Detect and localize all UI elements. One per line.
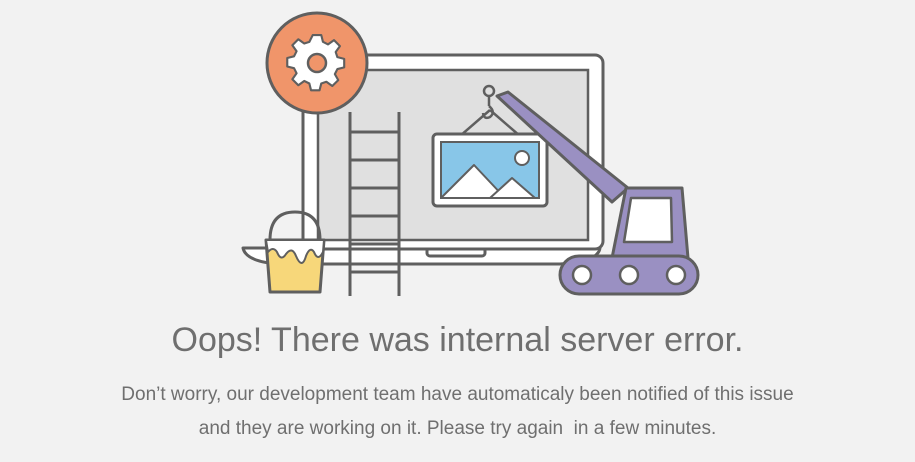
- error-message-line: and they are working on it. Please try a…: [198, 418, 717, 439]
- error-page: Oops! There was internal server error. D…: [0, 0, 915, 462]
- gear-icon: [265, 11, 369, 115]
- error-message: Don’t worry, our development team have a…: [0, 378, 915, 446]
- error-message-line: Don’t worry, our development team have a…: [121, 384, 794, 405]
- error-title: Oops! There was internal server error.: [171, 321, 744, 359]
- paint-bucket-icon: [264, 210, 326, 294]
- maintenance-illustration: [241, 11, 700, 296]
